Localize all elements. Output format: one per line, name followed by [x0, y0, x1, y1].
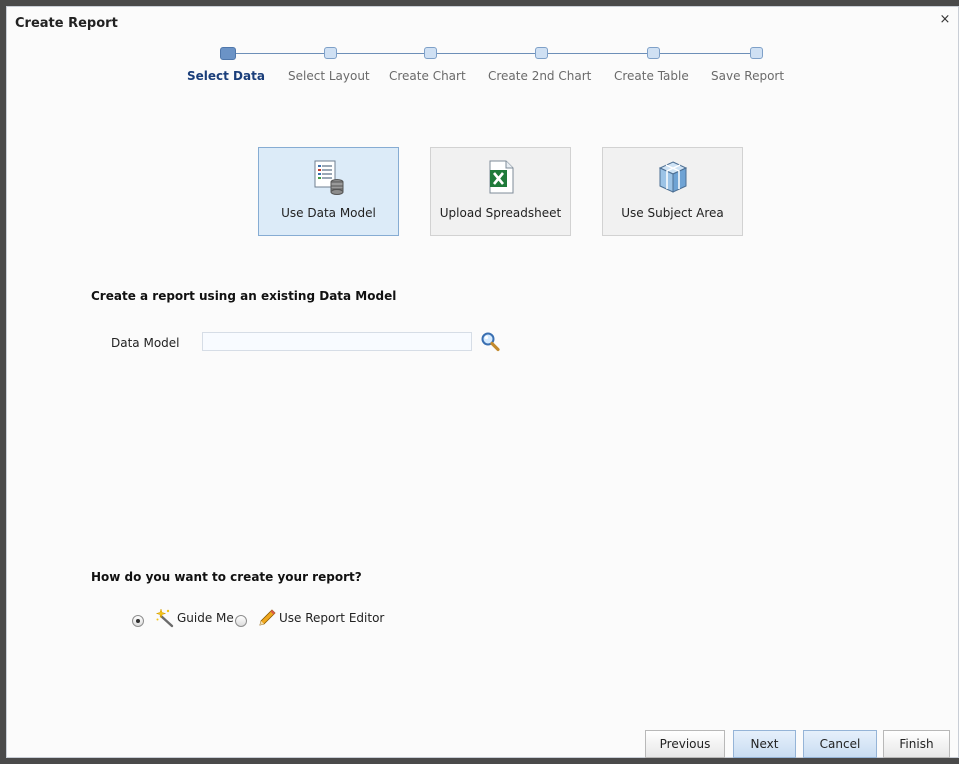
- train-step-select-layout[interactable]: Select Layout: [288, 69, 370, 83]
- subject-area-cube-icon: [657, 160, 689, 197]
- data-model-section-heading: Create a report using an existing Data M…: [91, 289, 397, 303]
- data-model-label: Data Model: [111, 336, 180, 350]
- excel-spreadsheet-icon: [486, 160, 516, 197]
- next-button[interactable]: Next: [733, 730, 796, 758]
- use-subject-area-label: Use Subject Area: [621, 206, 724, 220]
- train-step-select-data[interactable]: Select Data: [187, 69, 265, 83]
- use-report-editor-label: Use Report Editor: [279, 611, 385, 625]
- train-step-save-report[interactable]: Save Report: [711, 69, 784, 83]
- create-report-dialog: Create Report × Select Data Select Layou…: [6, 6, 959, 758]
- train-step-node-create-2nd-chart[interactable]: [535, 47, 548, 59]
- train-step-create-chart[interactable]: Create Chart: [389, 69, 466, 83]
- train-step-node-select-data[interactable]: [220, 47, 236, 60]
- train-step-create-table[interactable]: Create Table: [614, 69, 689, 83]
- upload-spreadsheet-tile[interactable]: Upload Spreadsheet: [430, 147, 571, 236]
- pencil-icon: [257, 608, 277, 628]
- train-step-node-select-layout[interactable]: [324, 47, 337, 59]
- previous-button[interactable]: Previous: [645, 730, 725, 758]
- train-step-node-save-report[interactable]: [750, 47, 763, 59]
- data-model-input[interactable]: [202, 332, 472, 351]
- dialog-title: Create Report: [15, 16, 118, 31]
- magnifier-search-icon[interactable]: [479, 331, 501, 353]
- upload-spreadsheet-label: Upload Spreadsheet: [439, 206, 562, 220]
- guide-me-radio[interactable]: [132, 615, 144, 627]
- use-report-editor-radio[interactable]: [235, 615, 247, 627]
- guide-me-label: Guide Me: [177, 611, 234, 625]
- data-model-icon: [313, 160, 345, 199]
- finish-button[interactable]: Finish: [883, 730, 950, 758]
- train-step-node-create-chart[interactable]: [424, 47, 437, 59]
- use-subject-area-tile[interactable]: Use Subject Area: [602, 147, 743, 236]
- train-step-create-2nd-chart[interactable]: Create 2nd Chart: [488, 69, 591, 83]
- close-icon[interactable]: ×: [938, 13, 952, 27]
- cancel-button[interactable]: Cancel: [803, 730, 877, 758]
- train-connector: [233, 53, 763, 54]
- train-step-node-create-table[interactable]: [647, 47, 660, 59]
- create-method-heading: How do you want to create your report?: [91, 570, 362, 584]
- magic-wand-icon: [155, 608, 175, 628]
- use-data-model-tile[interactable]: Use Data Model: [258, 147, 399, 236]
- use-data-model-label: Use Data Model: [281, 206, 376, 220]
